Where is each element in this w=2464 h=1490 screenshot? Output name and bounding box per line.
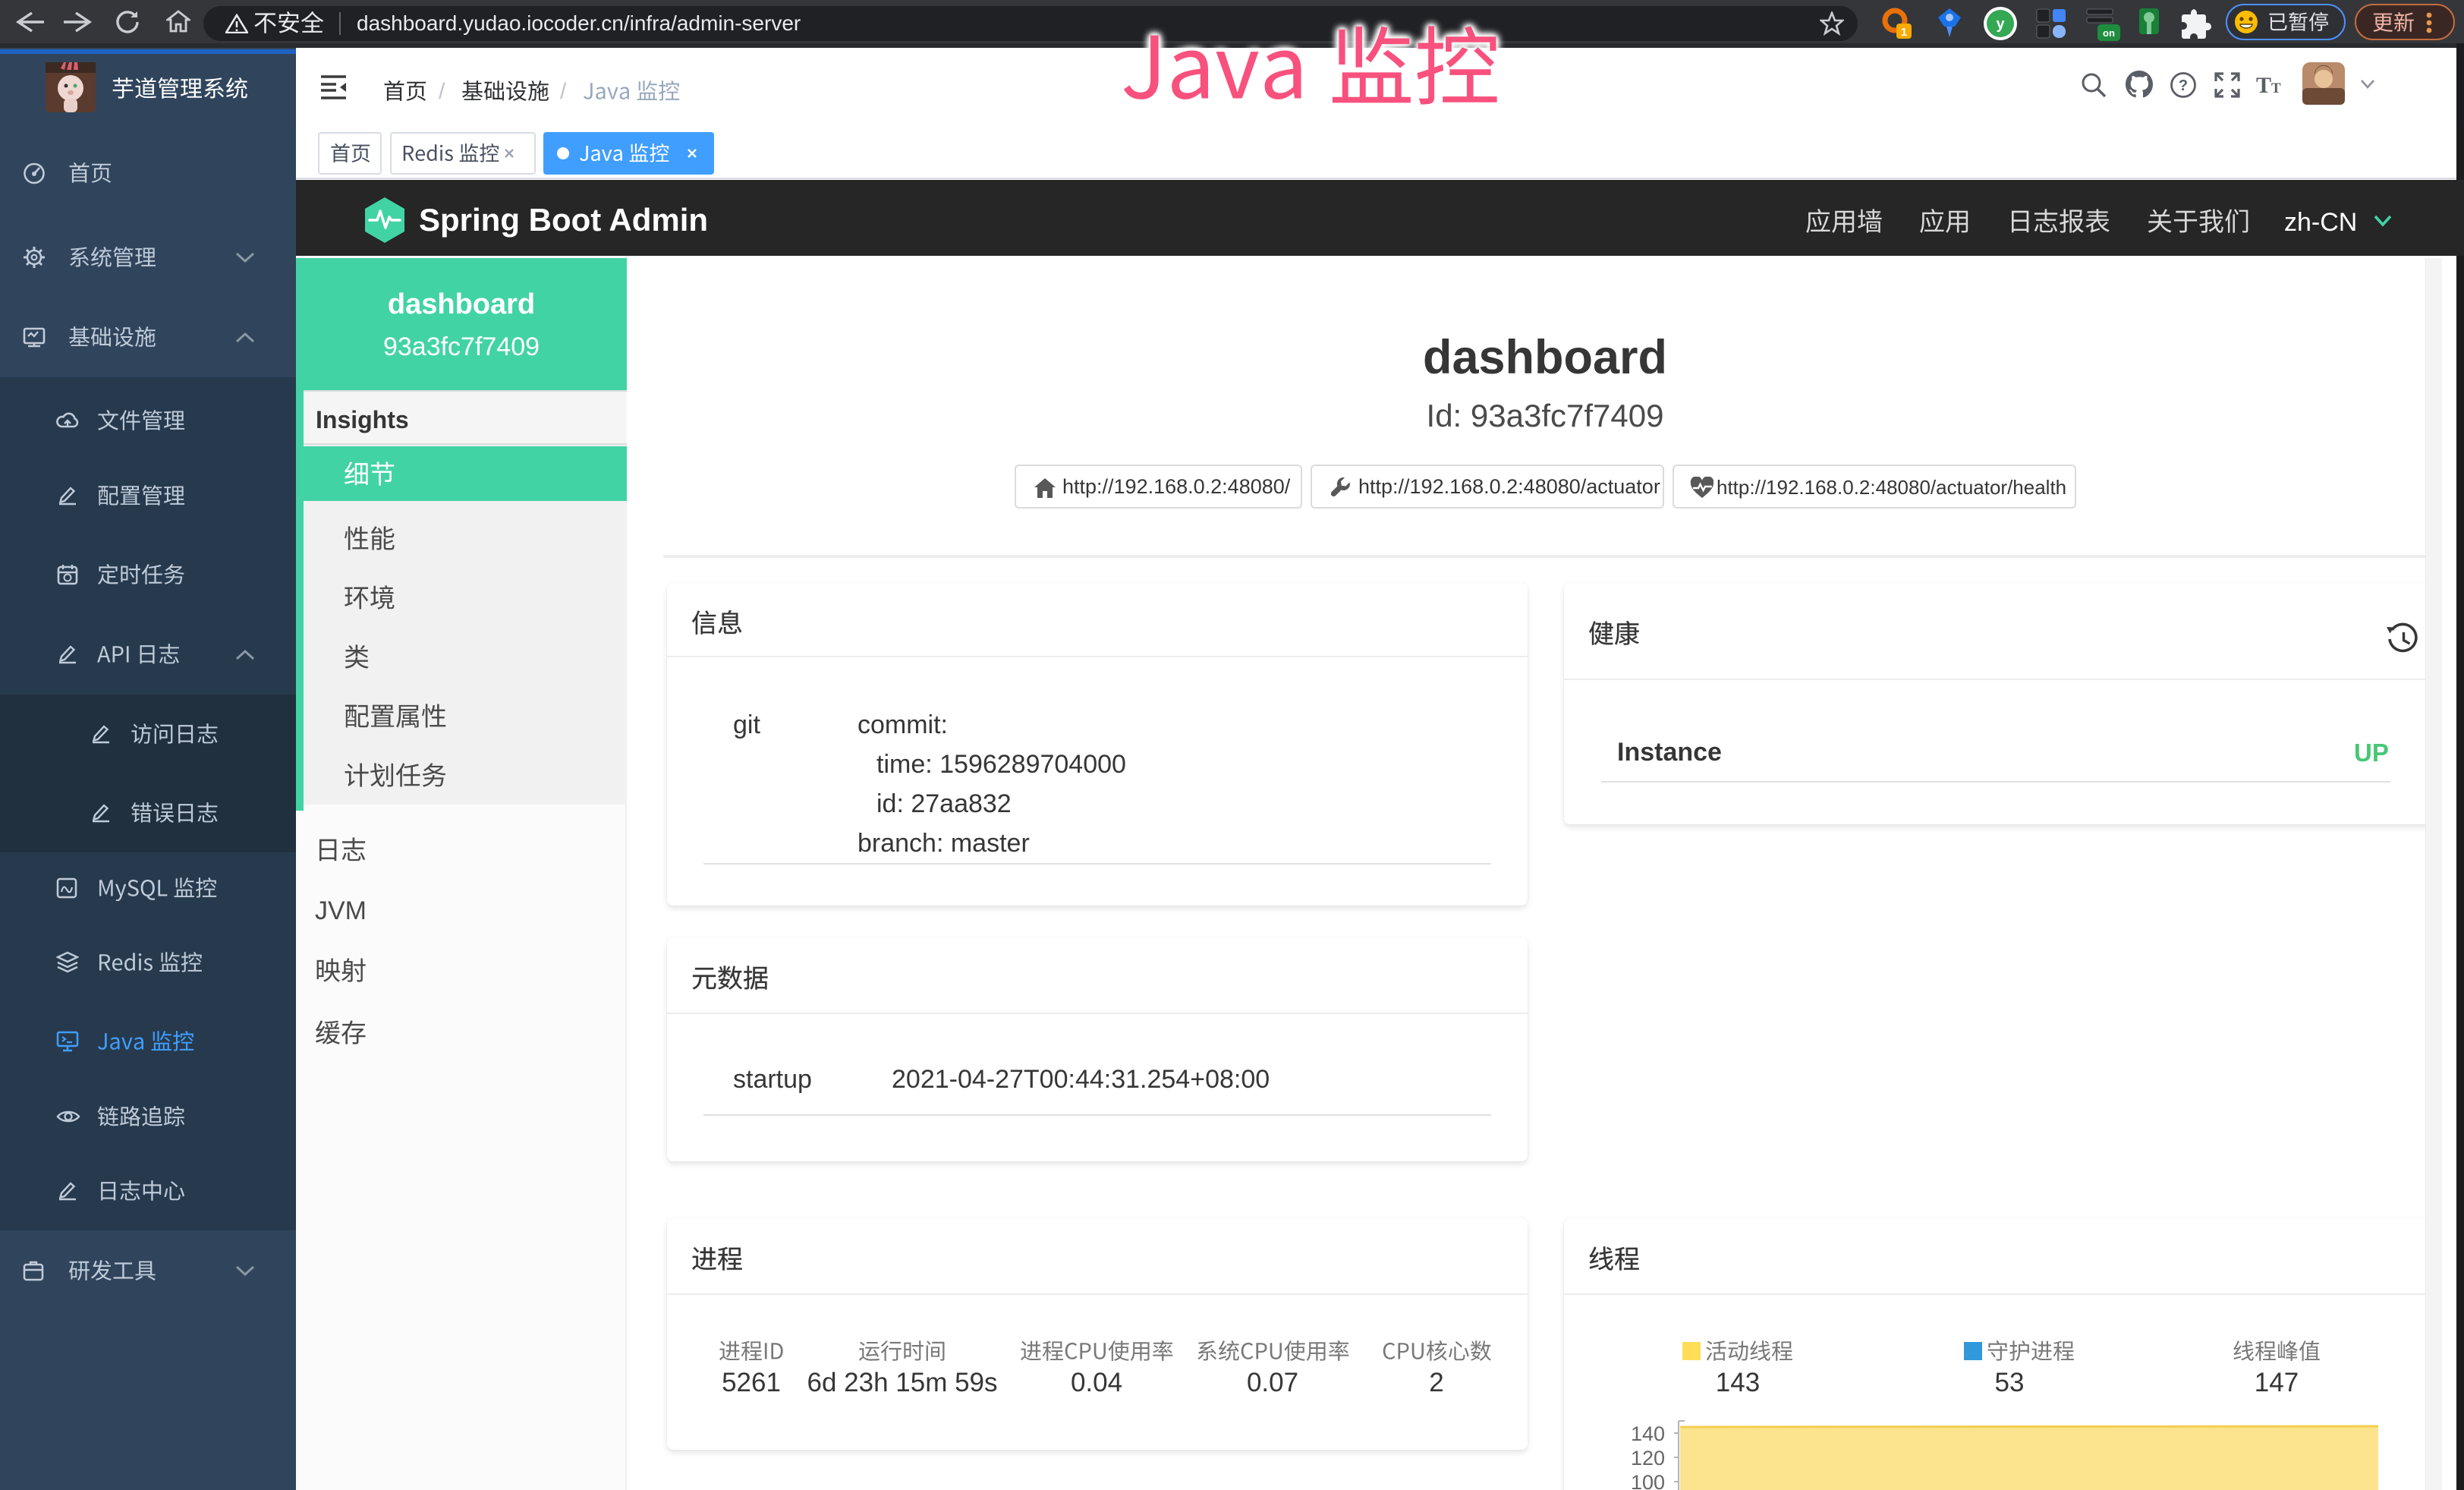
svg-text:?: ? — [2179, 77, 2188, 94]
svg-text:y: y — [1996, 16, 2005, 33]
svg-text:on: on — [2103, 27, 2115, 39]
svg-text:T: T — [2256, 73, 2271, 97]
svg-text:T: T — [2271, 80, 2281, 96]
svg-text:1: 1 — [1901, 26, 1907, 39]
